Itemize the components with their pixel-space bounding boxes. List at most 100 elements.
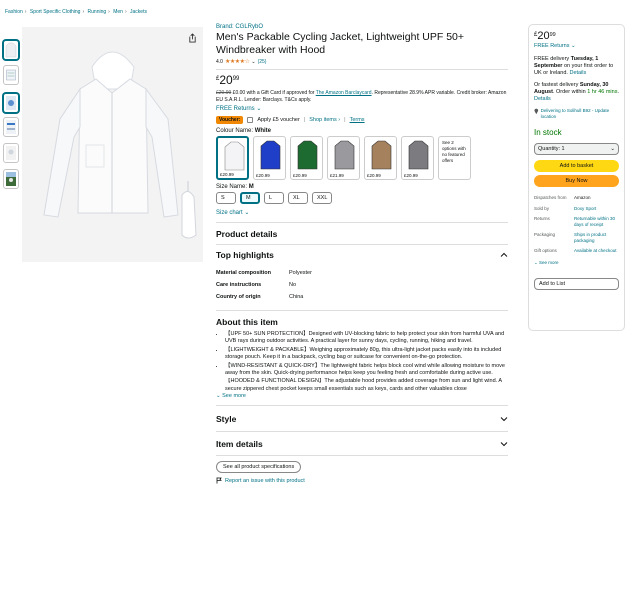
quantity-value: Quantity: 1: [538, 146, 565, 152]
colour-swatch[interactable]: £20.99: [290, 136, 323, 180]
size-option[interactable]: XL: [288, 192, 308, 204]
colour-label: Colour Name: White: [216, 128, 508, 134]
size-chart-label[interactable]: Size chart: [216, 210, 243, 216]
list-item: 【HOODED & FUNCTIONAL DESIGN】The adjustab…: [225, 378, 508, 392]
delivery-location[interactable]: Delivering to Solihull B92 - Update loca…: [534, 108, 619, 120]
item-details-title: Item details: [216, 439, 263, 450]
returns-policy-link[interactable]: Returnable within 30 days of receipt: [574, 216, 619, 227]
colour-value: White: [254, 128, 272, 134]
spec-value: China: [289, 294, 304, 300]
list-item: 【UPF 50+ SUN PROTECTION】Designed with UV…: [225, 331, 508, 346]
spec-key: Care instructions: [216, 282, 262, 288]
size-option[interactable]: S: [216, 192, 236, 204]
thumbnail-3[interactable]: [3, 93, 19, 113]
jacket-icon: [371, 140, 392, 170]
fastest-delivery-details-link[interactable]: Details: [534, 96, 551, 102]
chevron-down-icon: ⌄: [216, 393, 221, 400]
thumbnail-6[interactable]: [3, 169, 19, 189]
product-details-title: Product details: [216, 229, 278, 239]
free-returns-link[interactable]: FREE Returns ⌄: [216, 105, 508, 112]
chevron-down-icon: ⌄: [534, 259, 538, 265]
delivery-text: . Order within: [552, 89, 588, 95]
jacket-icon: [334, 140, 355, 170]
breadcrumb-item[interactable]: Running: [88, 9, 107, 15]
breadcrumb-item[interactable]: Sport Specific Clothing: [30, 9, 81, 15]
chevron-up-icon: [500, 252, 508, 257]
delivery-details-link[interactable]: Details: [569, 70, 586, 76]
list-item: 【WIND-RESISTANT & QUICK-DRY】The lightwei…: [225, 363, 508, 378]
thumbnail-5[interactable]: [3, 143, 19, 163]
buy-now-button[interactable]: Buy Now: [534, 175, 619, 187]
buybox-see-more[interactable]: ⌄ See more: [534, 259, 619, 266]
item-details-toggle[interactable]: Item details: [216, 439, 508, 449]
colour-swatch[interactable]: £20.99: [216, 136, 249, 180]
colour-swatch[interactable]: £21.99: [327, 136, 360, 180]
buybox-price: £ 20 99: [534, 30, 619, 42]
gift-options-link[interactable]: Available at checkout: [574, 248, 619, 254]
brand-link[interactable]: Brand: CGLRybO: [216, 24, 263, 30]
voucher-row: Voucher: Apply £5 voucher | Shop items ›…: [216, 116, 508, 124]
price: £ 20 99: [216, 74, 508, 87]
see-more-label[interactable]: See more: [222, 393, 246, 399]
top-highlights-title: Top highlights: [216, 250, 274, 260]
style-toggle[interactable]: Style: [216, 414, 508, 424]
feature-thumbnail-icon: [6, 120, 16, 134]
voucher-checkbox[interactable]: [247, 117, 254, 123]
see-more-link[interactable]: ⌄ See more: [216, 393, 508, 399]
breadcrumb-item[interactable]: Men: [113, 9, 123, 15]
add-to-basket-button[interactable]: Add to basket: [534, 160, 619, 172]
size-option[interactable]: L: [264, 192, 284, 204]
spec-value: Polyester: [289, 270, 312, 276]
chevron-down-icon: [500, 442, 508, 447]
jacket-icon: [224, 141, 245, 171]
promo-original-price: £20.99: [216, 90, 232, 96]
top-highlights-toggle[interactable]: Top highlights: [216, 250, 508, 260]
thumbnail-4[interactable]: [3, 117, 19, 137]
delivery-text: Or fastest delivery: [534, 82, 580, 88]
free-returns-label[interactable]: FREE Returns: [216, 106, 255, 112]
share-icon[interactable]: [188, 33, 197, 43]
seller-link[interactable]: Doxy Sport: [574, 206, 619, 212]
add-to-list-button[interactable]: Add to List: [534, 277, 619, 290]
credit-promo: £20.99 £0.00 with a Gift Card if approve…: [216, 90, 508, 104]
size-options: S M L XL XXL: [216, 192, 508, 204]
star-rating-icon[interactable]: ★★★★☆: [225, 58, 250, 65]
see-more-label[interactable]: See more: [539, 260, 559, 265]
highlights-table: Material composition Polyester Care instr…: [216, 270, 312, 306]
price-whole: 20: [219, 73, 233, 87]
breadcrumb-item[interactable]: Jackets: [130, 9, 147, 15]
colour-swatch[interactable]: £20.99: [364, 136, 397, 180]
colour-swatch-unavailable-note[interactable]: See 2 options with no featured offers: [438, 136, 471, 180]
table-row: Material composition Polyester: [216, 270, 312, 282]
packaging-link[interactable]: Ships in product packaging: [574, 232, 619, 243]
divider: [216, 455, 508, 457]
chevron-down-icon[interactable]: ⌄: [251, 59, 255, 65]
colour-swatches: £20.99 £20.99 £20.99 £21.99 £20.99 £20.9…: [216, 136, 508, 180]
free-returns-label[interactable]: FREE Returns: [534, 43, 569, 49]
report-issue-link[interactable]: Report an issue with this product: [216, 477, 508, 484]
rating-count-link[interactable]: (25): [258, 59, 267, 65]
barclaycard-link[interactable]: The Amazon Barclaycard: [316, 90, 372, 96]
info-key: Sold by: [534, 205, 550, 211]
breadcrumb-item[interactable]: Fashion: [5, 9, 23, 15]
thumbnail-1[interactable]: [3, 40, 19, 60]
colour-swatch[interactable]: £20.99: [401, 136, 434, 180]
see-all-specs-button[interactable]: See all product specifications: [216, 461, 302, 474]
spec-key: Country of origin: [216, 294, 261, 300]
quantity-select[interactable]: Quantity: 1 ⌄: [534, 143, 619, 155]
chevron-down-icon: ⌄: [256, 106, 262, 112]
location-link[interactable]: Delivering to Solihull B92 - Update loca…: [541, 108, 619, 120]
swatch-price: £20.99: [220, 172, 234, 177]
terms-link[interactable]: Terms: [350, 117, 365, 123]
main-product-image[interactable]: [22, 27, 203, 262]
buybox-free-returns[interactable]: FREE Returns ⌄: [534, 43, 619, 50]
size-chart-link[interactable]: Size chart ⌄: [216, 209, 508, 216]
size-option[interactable]: M: [240, 192, 260, 204]
size-option[interactable]: XXL: [312, 192, 333, 204]
colour-swatch[interactable]: £20.99: [253, 136, 286, 180]
report-issue-label[interactable]: Report an issue with this product: [225, 478, 305, 484]
see-all-specs-wrap: See all product specifications: [216, 461, 508, 474]
thumbnail-2[interactable]: [3, 65, 19, 85]
info-key: Gift options: [534, 248, 557, 253]
shop-items-link[interactable]: Shop items ›: [309, 117, 340, 123]
